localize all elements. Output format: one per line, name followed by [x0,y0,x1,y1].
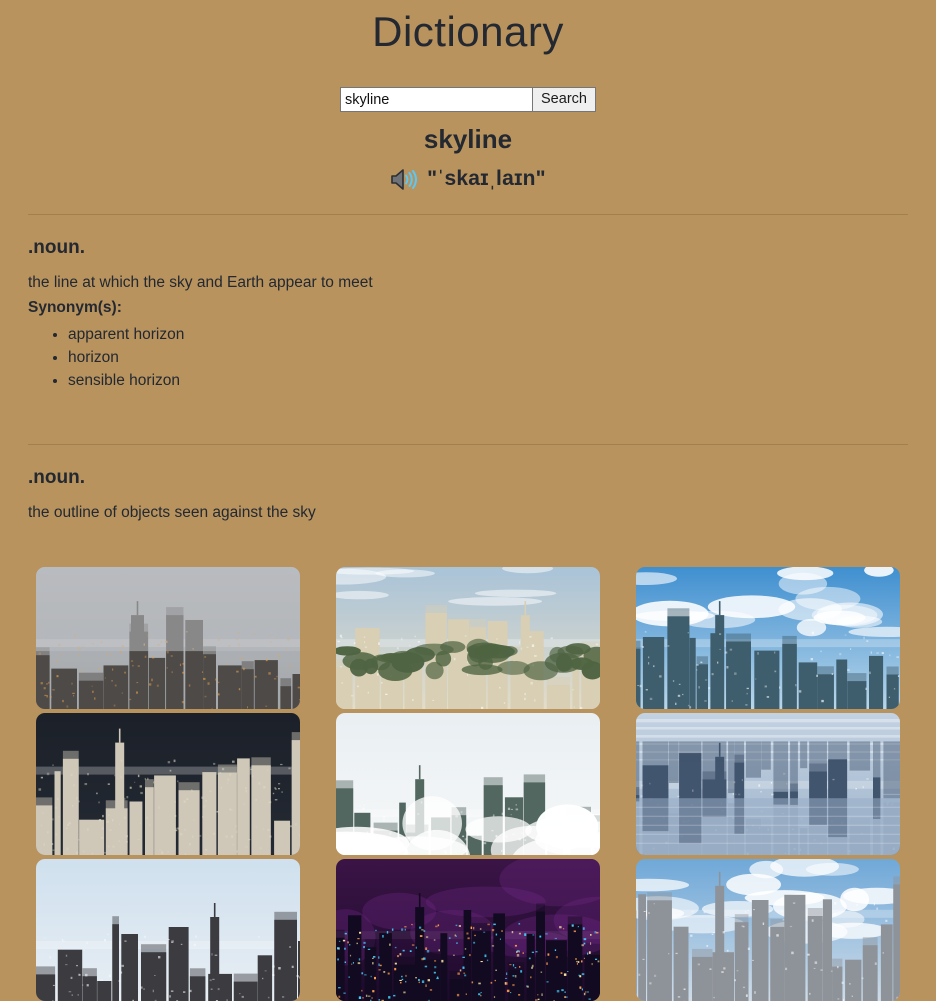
image-thumbnail-philadelphia-skyline-blue-sky-clouds[interactable] [636,567,900,709]
synonyms-list: apparent horizon horizon sensible horizo… [28,323,908,392]
page-title: Dictionary [0,0,936,58]
definition-block: .noun. the outline of objects seen again… [0,467,936,522]
image-thumbnail-dark-stormy-sky-dense-city-sao-paulo[interactable] [36,713,300,855]
entry-word: skyline [0,124,936,155]
image-thumbnail-skyscrapers-above-white-clouds[interactable] [336,713,600,855]
search-form: Search [0,87,936,112]
synonyms-label: Synonym(s): [28,299,908,317]
image-thumbnail-moscow-state-university-skyline-dawn[interactable] [336,567,600,709]
image-grid [0,567,936,1001]
speaker-volume-icon[interactable] [390,168,418,191]
image-thumbnail-aerial-manhattan-skyline-midtown[interactable] [636,859,900,1001]
search-button[interactable]: Search [532,87,596,112]
spacer [0,392,936,421]
divider [28,214,908,215]
definition-text: the outline of objects seen against the … [28,504,908,522]
pronunciation-row: "ˈskaɪˌlaɪn" [0,167,936,191]
part-of-speech: .noun. [28,237,908,259]
definition-block: .noun. the line at which the sky and Ear… [0,237,936,392]
image-thumbnail-nyc-skyline-empire-state-building-daylight[interactable] [36,859,300,1001]
image-thumbnail-foggy-city-skyline-shard-london[interactable] [36,567,300,709]
list-item[interactable]: horizon [68,346,908,369]
image-thumbnail-manhattan-skyline-water-reflection[interactable] [636,713,900,855]
list-item[interactable]: apparent horizon [68,323,908,346]
list-item[interactable]: sensible horizon [68,369,908,392]
pronunciation-text: "ˈskaɪˌlaɪn" [427,167,546,191]
divider [28,444,908,445]
part-of-speech: .noun. [28,467,908,489]
search-input[interactable] [340,87,532,112]
image-thumbnail-shanghai-skyline-night-neon-purple[interactable] [336,859,600,1001]
definition-text: the line at which the sky and Earth appe… [28,274,908,292]
